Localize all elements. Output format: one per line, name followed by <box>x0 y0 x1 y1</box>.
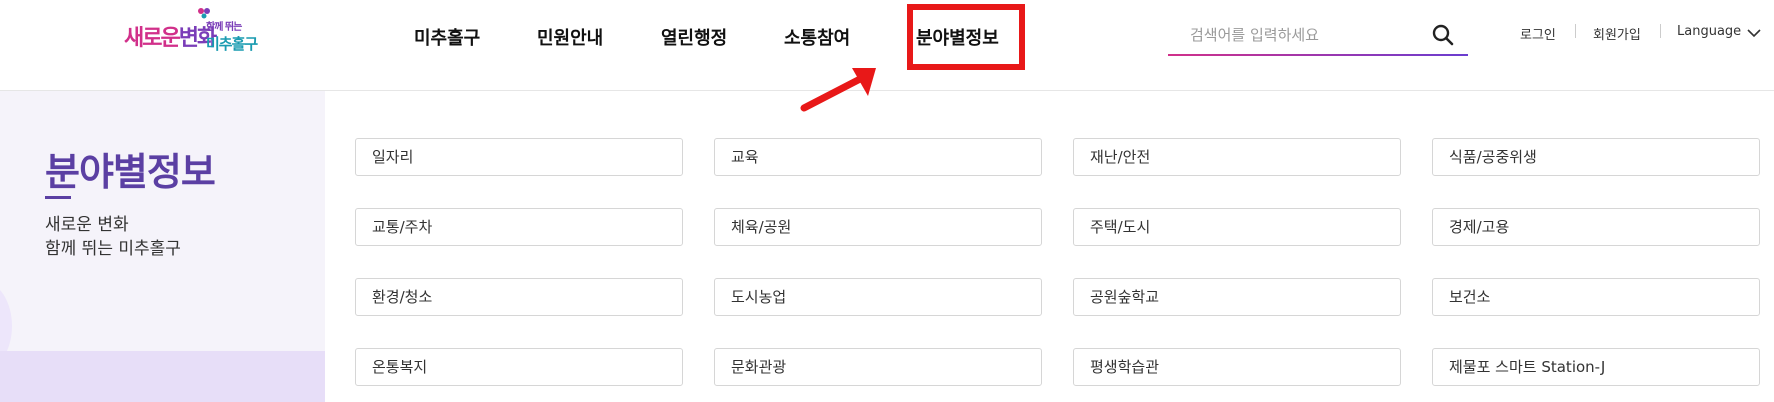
nav-item-michuhol[interactable]: 미추홀구 <box>414 24 480 50</box>
slogan-line-1: 새로운 변화 <box>45 215 129 235</box>
category-culture-tourism[interactable]: 문화관광 <box>714 348 1042 386</box>
category-housing-city[interactable]: 주택/도시 <box>1073 208 1401 246</box>
search-icon[interactable] <box>1432 24 1454 46</box>
nav-item-participation[interactable]: 소통참여 <box>784 24 850 50</box>
decorative-band <box>0 351 325 402</box>
category-environment-cleaning[interactable]: 환경/청소 <box>355 278 683 316</box>
category-urban-farming[interactable]: 도시농업 <box>714 278 1042 316</box>
category-park-forest-school[interactable]: 공원숲학교 <box>1073 278 1401 316</box>
category-sports-parks[interactable]: 체육/공원 <box>714 208 1042 246</box>
category-economy-employment[interactable]: 경제/고용 <box>1432 208 1760 246</box>
title-underline <box>45 196 71 199</box>
category-jobs[interactable]: 일자리 <box>355 138 683 176</box>
search-input[interactable] <box>1168 18 1468 54</box>
search-bar <box>1168 18 1468 56</box>
category-food-hygiene[interactable]: 식품/공중위생 <box>1432 138 1760 176</box>
category-smart-station-j[interactable]: 제물포 스마트 Station-J <box>1432 348 1760 386</box>
red-arrow-icon <box>800 68 876 112</box>
signup-link[interactable]: 회원가입 <box>1593 24 1641 43</box>
logo-slogan-small: 함께 뛰는 <box>206 22 242 33</box>
nav-item-open-admin[interactable]: 열린행정 <box>661 24 727 50</box>
util-divider <box>1660 24 1661 38</box>
slogan-line-2: 함께 뛰는 미추홀구 <box>45 239 181 259</box>
category-traffic-parking[interactable]: 교통/주차 <box>355 208 683 246</box>
category-welfare[interactable]: 온통복지 <box>355 348 683 386</box>
chevron-down-icon[interactable] <box>1747 28 1761 38</box>
page-title: 분야별정보 <box>45 150 216 194</box>
highlight-annotation-box <box>907 4 1025 70</box>
logo-district: 미추홀구 <box>206 35 258 53</box>
login-link[interactable]: 로그인 <box>1520 24 1556 43</box>
category-education[interactable]: 교육 <box>714 138 1042 176</box>
logo-slogan-main: 새로운변화 <box>124 26 217 51</box>
nav-item-civil-affairs[interactable]: 민원안내 <box>537 24 603 50</box>
sidebar-panel: 분야별정보 새로운 변화 함께 뛰는 미추홀구 <box>0 91 325 402</box>
category-health-center[interactable]: 보건소 <box>1432 278 1760 316</box>
category-lifelong-learning[interactable]: 평생학습관 <box>1073 348 1401 386</box>
site-logo[interactable]: 새로운변화 함께 뛰는 미추홀구 <box>122 4 272 58</box>
category-disaster-safety[interactable]: 재난/안전 <box>1073 138 1401 176</box>
language-select[interactable]: Language <box>1677 24 1741 39</box>
search-underline <box>1168 54 1468 56</box>
util-divider <box>1575 24 1576 38</box>
